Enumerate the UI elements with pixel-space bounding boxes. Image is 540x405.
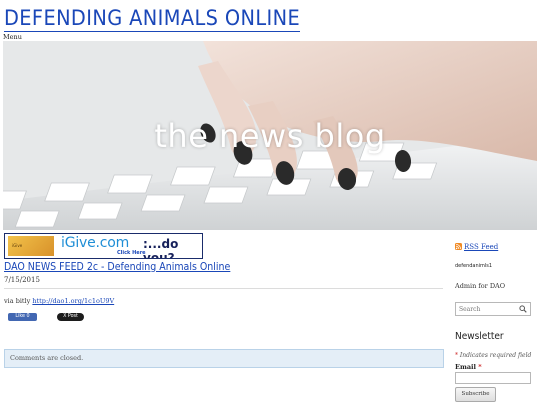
hero-title: the news blog <box>154 117 386 155</box>
post-title-link[interactable]: DAO NEWS FEED 2c - Defending Animals Onl… <box>4 261 230 273</box>
igive-logo: iGive.com <box>61 235 130 251</box>
email-required-marker: * <box>478 363 482 371</box>
required-field-note: * Indicates required field <box>455 352 531 359</box>
rss-feed-link[interactable]: RSS Feed <box>455 236 498 255</box>
email-label-text: Email <box>455 363 476 371</box>
email-label: Email * <box>455 363 482 371</box>
search-icon[interactable] <box>519 305 527 313</box>
required-marker: * <box>455 352 458 359</box>
igive-products-image: iGive <box>8 236 54 256</box>
admin-description: Admin for DAO <box>455 282 506 290</box>
search-input[interactable] <box>456 303 519 315</box>
comments-status: Comments are closed. <box>10 354 84 362</box>
post-link[interactable]: http://dao1.org/1c1oU9V <box>32 297 114 305</box>
via-text: via bitly <box>4 297 31 305</box>
post-divider <box>4 288 443 289</box>
igive-banner-ad[interactable]: iGive iGive.com :...do you? Click Here <box>4 233 203 259</box>
search-box[interactable] <box>455 302 531 316</box>
facebook-like-button[interactable]: Like 0 <box>8 313 37 321</box>
subscribe-button[interactable]: Subscribe <box>455 387 496 402</box>
author-name: defendanimls1 <box>455 263 493 269</box>
post-body: via bitly http://dao1.org/1c1oU9V <box>4 297 114 305</box>
site-title[interactable]: DEFENDING ANIMALS ONLINE <box>4 6 304 32</box>
rss-feed-label[interactable]: RSS Feed <box>464 243 498 251</box>
comments-status-box: Comments are closed. <box>4 349 444 368</box>
igive-tagline: :...do you? <box>143 237 179 259</box>
email-field[interactable] <box>455 372 531 384</box>
site-title-text[interactable]: DEFENDING ANIMALS ONLINE <box>4 6 301 32</box>
post-date: 7/15/2015 <box>4 276 40 284</box>
required-note-text: Indicates required field <box>459 352 532 359</box>
hero-banner: the news blog <box>3 41 537 230</box>
igive-click-here[interactable]: Click Here <box>117 250 146 256</box>
x-post-button[interactable]: X Post <box>57 313 84 321</box>
rss-icon[interactable] <box>455 243 462 250</box>
menu-link[interactable]: Menu <box>3 33 22 41</box>
newsletter-heading: Newsletter <box>455 331 504 342</box>
